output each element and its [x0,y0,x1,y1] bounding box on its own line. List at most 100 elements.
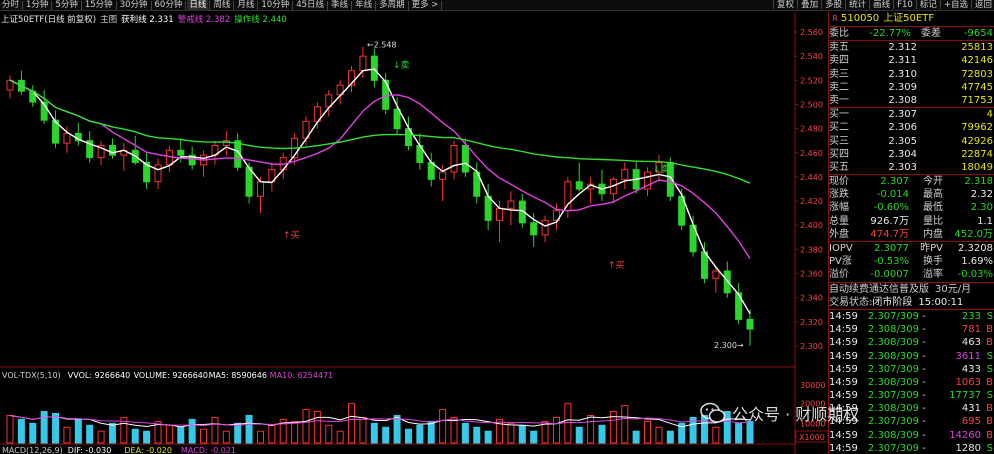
tool-button-4[interactable]: 画线 [871,0,892,11]
volume-bar [108,422,116,444]
tool-button-6[interactable]: 标记 [918,0,939,11]
stat-value: 2.318 [964,176,993,188]
period-tab-13[interactable]: 多周期 [377,0,407,11]
macd-legend-item: MACD(12,26,9) [2,446,63,454]
buy-level[interactable]: 买一 2.307 4 [829,108,994,121]
tick-row[interactable]: 14:59 2.308/309- 1063 B [829,376,994,389]
tick-side: B [986,376,993,388]
level-price: 2.307 [888,109,917,121]
volume-bar [416,424,424,444]
volume-bar [348,403,356,444]
period-tab-3[interactable]: 15分钟 [83,0,115,11]
period-tab-11[interactable]: 季线 [329,0,350,11]
tick-row[interactable]: 14:59 2.307/309- 17737 S [829,389,994,402]
promo-row[interactable]: 自动续费通达信普及版 30元/月 [829,283,994,296]
tick-dir: - [922,429,926,441]
period-tab-14[interactable]: 更多 > [410,0,441,11]
period-tab-4[interactable]: 30分钟 [118,0,150,11]
tick-list[interactable]: 14:59 2.307/309-233 S 14:59 2.308/309-781 B 14… [829,310,994,454]
level-label: 卖二 [829,81,849,93]
promo-text[interactable]: 自动续费通达信普及版 [829,283,929,296]
volume-bar [507,422,515,444]
candle-up [496,207,504,221]
volume-bar [6,414,14,444]
period-tab-12[interactable]: 年线 [353,0,374,11]
legend-warn-value: 2.382 [205,15,231,25]
period-tab-10[interactable]: 45日线 [294,0,326,11]
sell-level[interactable]: 卖一 2.308 71753 [829,94,994,107]
tick-row[interactable]: 14:59 2.307/309- 433 S [829,363,994,376]
buy-level[interactable]: 买二 2.306 79962 [829,121,994,134]
volume-bar [644,420,652,444]
tool-button-3[interactable]: 统计 [847,0,868,11]
sell-level[interactable]: 卖三 2.310 72803 [829,68,994,81]
sell-level[interactable]: 卖五 2.312 25813 [829,41,994,54]
tick-row[interactable]: 14:59 2.308/309- 781 B [829,323,994,336]
period-tab-7[interactable]: 周线 [211,0,232,11]
sell-signal: ↓卖 [393,60,410,71]
price-tick-label: 2.480 [800,125,823,134]
candle-down [530,222,538,236]
level-label: 卖一 [829,94,849,106]
tick-row[interactable]: 14:59 2.308/309- 3611 S [829,350,994,363]
period-tab-1[interactable]: 1分钟 [24,0,50,11]
tick-row[interactable]: 14:59 2.308/309- 14260 B [829,429,994,442]
tool-button-0[interactable]: 复权 [775,0,796,11]
kline-chart[interactable]: 2.560 2.540 2.520 2.500 2.480 2.460 2.440 2.420… [0,12,828,454]
stat-label: 现价 [829,176,849,188]
sell-level[interactable]: 卖二 2.309 47745 [829,81,994,94]
candle-up [541,219,549,236]
status-time: 15:00:11 [918,296,964,308]
volume-bar [336,430,344,444]
period-tab-6[interactable]: 日线 [187,0,209,11]
tick-time: 14:59 [829,350,858,362]
tick-row[interactable]: 14:59 2.308/309- 431 B [829,402,994,415]
tick-side: S [986,442,993,454]
tick-dir: - [922,416,926,428]
period-tab-2[interactable]: 5分钟 [53,0,79,11]
tick-price: 2.308/309 [867,376,919,388]
stat-value: 1.1 [977,215,993,227]
stat-value: 452.0万 [954,228,993,240]
buy-level[interactable]: 买五 2.303 18049 [829,161,994,174]
tick-row[interactable]: 14:59 2.308/309- 463 B [829,336,994,349]
stat-row: 涨幅 -0.60% 最低 2.30 [829,201,994,214]
tool-button-7[interactable]: +自选 [942,0,970,11]
tick-time: 14:59 [829,390,858,402]
buy-level[interactable]: 买三 2.305 42926 [829,135,994,148]
stat-value: 2.3208 [958,243,993,254]
tool-button-2[interactable]: 多股 [823,0,844,11]
period-tab-9[interactable]: 10分钟 [259,0,291,11]
buy-level[interactable]: 买四 2.304 22874 [829,148,994,161]
candle-down [370,55,378,81]
period-tab-5[interactable]: 60分钟 [153,0,185,11]
tick-row[interactable]: 14:59 2.307/309- 1280 S [829,442,994,454]
status-row: 交易状态: 闭市阶段 15:00:11 [829,296,994,309]
period-tab-8[interactable]: 月线 [235,0,256,11]
level-price: 2.306 [888,122,917,134]
sell-level[interactable]: 卖四 2.311 42146 [829,54,994,67]
ratio-label: 委比 [829,28,849,39]
tool-button-1[interactable]: 叠加 [799,0,820,11]
buy-signal: ↑买 [283,230,300,241]
tool-button-8[interactable]: 返回 [973,0,994,11]
stat-label: 昨PV [920,243,943,254]
stat-value: -0.53% [873,256,909,268]
price-tick-label: 2.460 [800,149,823,158]
macd-legend-item: MACD: -0.021 [181,446,236,454]
candle-up [165,149,173,166]
tick-row[interactable]: 14:59 2.307/309- 233 S [829,310,994,323]
tick-volume: 1063 [955,376,981,388]
price-tick-label: 2.380 [800,245,823,254]
level-volume: 42146 [961,55,993,67]
tick-dir: - [922,310,926,322]
volume-bar [632,430,640,444]
tick-dir: - [922,390,926,402]
tool-button-5[interactable]: F10 [895,0,915,11]
tick-row[interactable]: 14:59 2.307/309- 695 B [829,415,994,428]
volume-bar [450,416,458,444]
stat-value: 2.307 [880,176,909,188]
volume-bar [29,422,37,444]
period-tab-0[interactable]: 分时 [0,0,21,11]
promo-price[interactable]: 30元/月 [935,283,971,296]
